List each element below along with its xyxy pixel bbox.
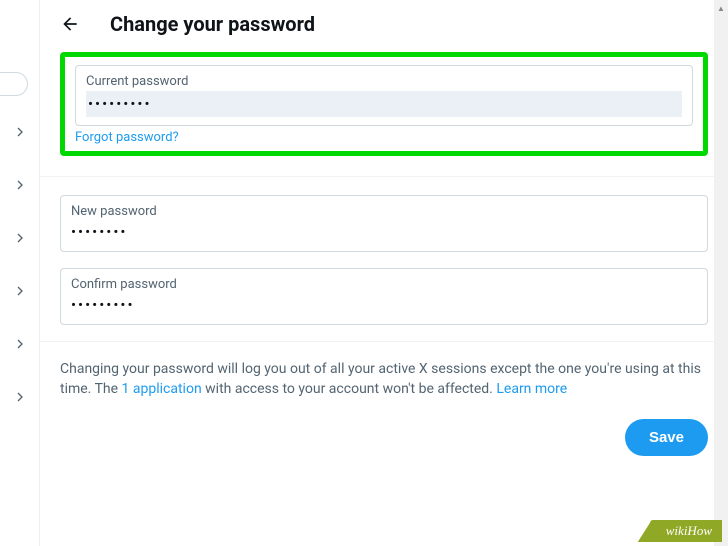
current-password-group[interactable]: Current password	[75, 65, 693, 126]
sidebar-chevron-6[interactable]	[11, 335, 29, 353]
left-sidebar	[0, 0, 40, 546]
confirm-password-label: Confirm password	[71, 277, 697, 292]
sidebar-chevron-2[interactable]	[11, 123, 29, 141]
sidebar-pill	[0, 72, 28, 96]
info-text-2: with access to your account won't be aff…	[202, 381, 497, 397]
section-divider-2	[40, 341, 728, 342]
wikihow-watermark: wikiHow	[650, 520, 722, 542]
forgot-password-link[interactable]: Forgot password?	[75, 130, 693, 145]
scrollbar-track[interactable]: ▲	[714, 0, 728, 546]
save-button-row: Save	[60, 419, 708, 456]
sidebar-chevron-4[interactable]	[11, 229, 29, 247]
page-title: Change your password	[110, 12, 315, 36]
back-arrow-icon[interactable]	[60, 14, 80, 34]
new-password-input[interactable]	[71, 221, 697, 243]
sidebar-chevron-5[interactable]	[11, 282, 29, 300]
current-password-label: Current password	[86, 74, 682, 89]
sidebar-chevron-7[interactable]	[11, 388, 29, 406]
sidebar-chevron-3[interactable]	[11, 176, 29, 194]
page-header: Change your password	[40, 0, 728, 52]
highlighted-current-password-section: Current password Forgot password?	[60, 52, 708, 156]
confirm-password-input[interactable]	[71, 294, 697, 316]
confirm-password-group[interactable]: Confirm password	[60, 268, 708, 325]
current-password-input[interactable]	[86, 91, 682, 117]
learn-more-link[interactable]: Learn more	[496, 381, 567, 397]
new-password-group[interactable]: New password	[60, 195, 708, 252]
save-button[interactable]: Save	[625, 419, 708, 456]
scrollbar-up-icon[interactable]: ▲	[714, 0, 728, 16]
section-divider	[40, 176, 728, 177]
new-password-label: New password	[71, 204, 697, 219]
applications-link[interactable]: 1 application	[122, 381, 202, 397]
info-text: Changing your password will log you out …	[60, 360, 708, 399]
content-area: Change your password Current password Fo…	[40, 0, 728, 546]
